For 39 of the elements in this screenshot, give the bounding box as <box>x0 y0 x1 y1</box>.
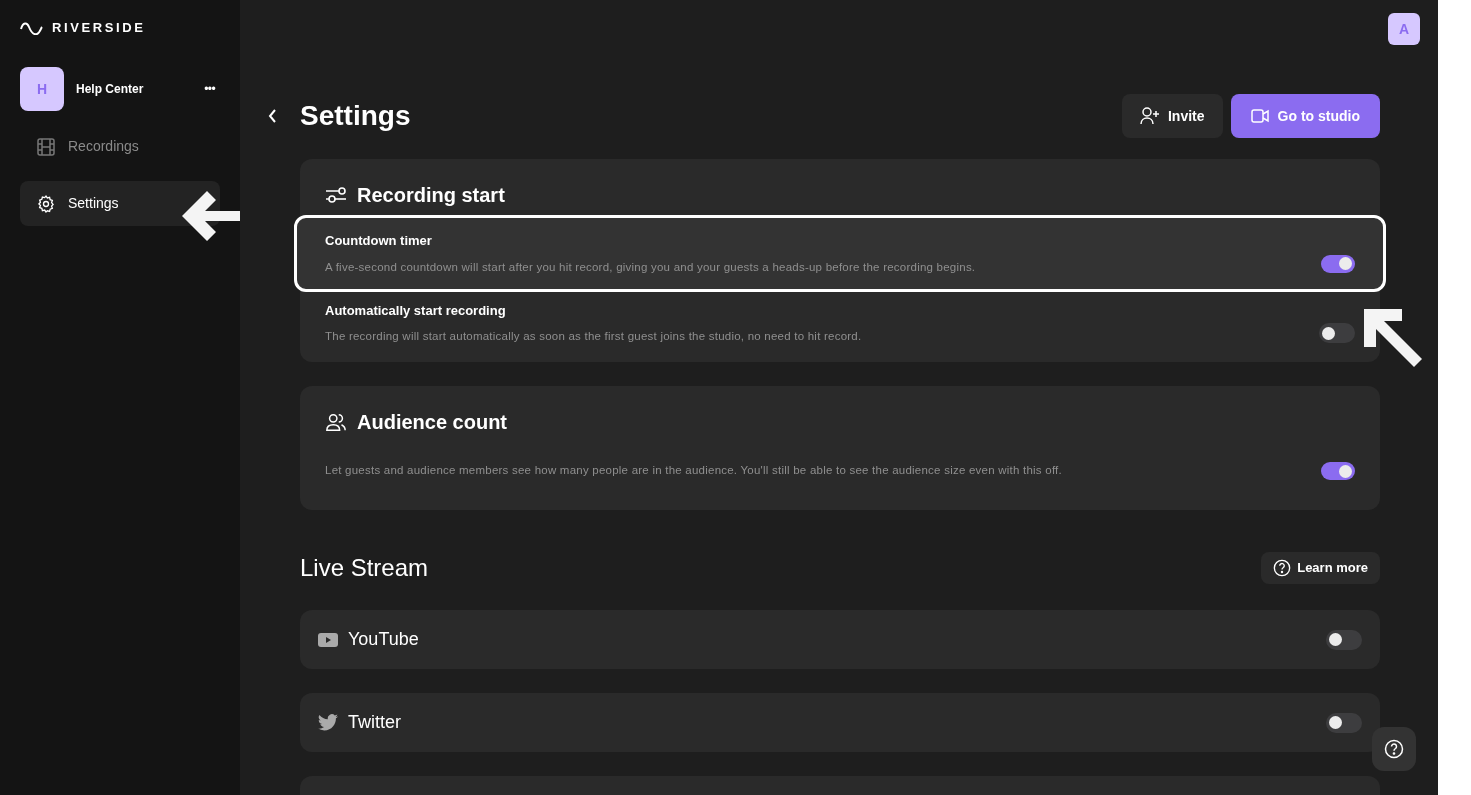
setting-description: Let guests and audience members see how many people are in the audience. You'll still be able to see the audience size even with this off. <box>325 463 1063 479</box>
stream-name: Twitter <box>348 711 402 734</box>
setting-description: The recording will start automatically as soon as the first guest joins the studio, no need to hit record. <box>325 329 863 345</box>
help-button[interactable] <box>1372 727 1416 771</box>
workspace-name: Help Center <box>76 81 145 98</box>
users-icon <box>325 411 347 433</box>
film-icon <box>36 136 56 157</box>
invite-button[interactable]: Invite <box>1122 94 1223 138</box>
section-title: Audience count <box>357 410 507 435</box>
page-title: Settings <box>300 99 412 133</box>
sidebar-item[interactable]: Settings <box>20 181 220 226</box>
back-button[interactable] <box>268 108 278 124</box>
video-camera-icon <box>1250 109 1269 123</box>
help-icon <box>1273 559 1292 577</box>
settings-icon <box>36 193 56 214</box>
add-user-icon <box>1140 107 1160 125</box>
toggle-switch[interactable] <box>1326 712 1362 733</box>
wave-logo-icon <box>20 21 44 35</box>
setting-label: Countdown timer <box>325 232 433 251</box>
toggle-switch[interactable] <box>1319 323 1355 343</box>
studio-button[interactable]: Go to studio <box>1230 94 1380 138</box>
bird-icon <box>318 714 338 731</box>
more-button[interactable]: ••• <box>204 80 215 98</box>
learn-more-button[interactable]: Learn more <box>1261 552 1380 584</box>
sidebar-item[interactable]: Recordings <box>20 124 220 169</box>
section-title: Live Stream <box>300 553 429 583</box>
toggle-switch[interactable] <box>1326 629 1362 650</box>
sliders-icon <box>325 186 347 204</box>
stream-name: YouTube <box>348 628 420 651</box>
brand-name: RIVERSIDE <box>52 19 146 38</box>
help-icon <box>1384 739 1404 759</box>
setting-description: A five-second countdown will start after you hit record, giving you and your guests a heads-up before the recording begins. <box>325 259 977 275</box>
toggle-switch[interactable] <box>1321 462 1355 480</box>
setting-label: Automatically start recording <box>325 301 507 320</box>
section-title: Recording start <box>357 183 505 208</box>
toggle-switch[interactable] <box>1321 254 1355 273</box>
workspace-avatar: H <box>20 67 64 111</box>
play-icon <box>318 632 338 647</box>
arrow-drawing <box>1364 309 1422 367</box>
